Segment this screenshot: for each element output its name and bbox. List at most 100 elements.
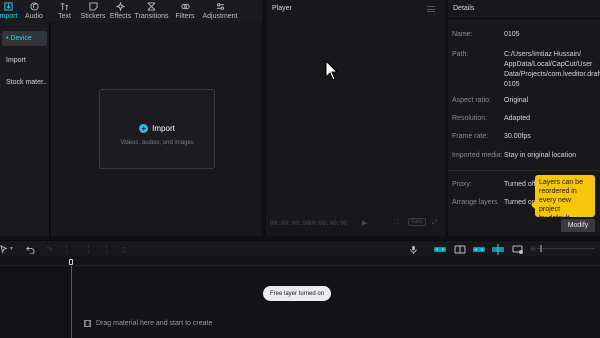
import-hint: Videos, audios, and images <box>120 140 194 146</box>
split-left-icon[interactable]: ╎ <box>86 245 91 254</box>
import-label: Import <box>152 124 175 133</box>
media-toolbar: mport Audio Text Stickers Effects Transi… <box>0 0 262 22</box>
detail-value: Original <box>504 97 529 104</box>
filters-icon <box>180 3 190 10</box>
ratio-button[interactable]: Ratio <box>408 218 426 226</box>
tool-effects[interactable]: Effects <box>108 0 133 22</box>
path-line: Data/Projects/com.lveditor.draft/ <box>504 71 600 78</box>
detail-key: Aspect ratio: <box>452 97 491 104</box>
drag-hint-text: Drag material here and start to create <box>96 320 213 327</box>
detail-key: Imported media: <box>452 152 503 159</box>
split-icon[interactable]: ╎ <box>64 245 69 254</box>
audio-icon <box>29 2 39 11</box>
arrange-layers-tooltip: Layers can be reordered in every new pro… <box>531 175 595 222</box>
detail-key: Arrange layers <box>452 199 498 206</box>
modify-button[interactable]: Modify <box>561 219 595 232</box>
tooltip-line: reordered in <box>539 188 577 195</box>
free-layer-icon[interactable] <box>512 244 524 255</box>
redo-icon[interactable]: ↷ <box>46 245 53 254</box>
media-panel: + Import Videos, audios, and images <box>51 22 262 236</box>
mouse-cursor-icon <box>325 60 339 81</box>
tool-label: Audio <box>25 13 43 20</box>
text-icon <box>60 3 69 11</box>
tooltip-line: every new project <box>539 197 571 213</box>
auto-snapping-icon[interactable] <box>454 244 466 255</box>
detail-value: Adapted <box>504 115 531 122</box>
player-title: Player <box>272 5 292 12</box>
tool-label: Effects <box>109 13 132 20</box>
tool-label: Filters <box>175 13 195 20</box>
tool-label: Text <box>58 13 71 20</box>
media-sidebar: • Device Import Stock mater... <box>0 22 50 236</box>
import-button[interactable]: + Import <box>100 124 214 133</box>
adjustment-icon <box>216 3 224 10</box>
detail-value: C:/Users/Imtiaz Hussain/ AppData/Local/C… <box>504 50 600 90</box>
tool-transitions[interactable]: Transitions <box>133 0 170 22</box>
expand-icon[interactable]: ⤢ <box>432 219 438 227</box>
timeline-toolbar: ▾ ↷ ╎ ╎ ╎ ▯ ⊖ <box>0 240 600 257</box>
path-line: AppData/Local/CapCut/User <box>504 61 593 68</box>
tool-label: mport <box>0 13 18 20</box>
player-panel: Player 00:00:00:00 00:00:00:00 ▶ ⛶ Ratio… <box>265 0 445 236</box>
menu-icon[interactable] <box>427 6 435 12</box>
import-icon <box>4 2 13 11</box>
sidebar-item-device[interactable]: • Device <box>2 31 47 46</box>
preview-axis-icon[interactable] <box>492 244 504 255</box>
detail-key: Frame rate: <box>452 133 489 140</box>
main-track-magnet-icon[interactable] <box>434 244 446 255</box>
tool-import[interactable]: mport <box>0 0 17 22</box>
transitions-icon <box>147 2 156 11</box>
detail-key: Path: <box>452 51 469 58</box>
effects-icon <box>116 2 125 11</box>
tooltip-line: Layers can be <box>539 179 583 186</box>
film-icon <box>84 320 91 327</box>
chevron-down-icon[interactable]: ▾ <box>10 245 13 254</box>
play-icon[interactable]: ▶ <box>362 219 367 227</box>
total-time: 00:00:00:00 <box>308 220 348 227</box>
split-right-icon[interactable]: ╎ <box>104 245 109 254</box>
details-title: Details <box>453 5 475 12</box>
toast-notification: Free layer turned on <box>263 286 331 301</box>
player-controls: 00:00:00:00 00:00:00:00 ▶ ⛶ Ratio ⤢ <box>266 210 445 236</box>
tool-label: Transitions <box>134 13 169 20</box>
tool-text[interactable]: Text <box>51 0 78 22</box>
playhead-line[interactable] <box>71 266 72 338</box>
delete-icon[interactable]: ▯ <box>122 245 126 254</box>
playhead-handle[interactable] <box>69 259 73 265</box>
divider <box>448 18 600 19</box>
import-dropzone[interactable]: + Import Videos, audios, and images <box>99 89 215 169</box>
detail-value: Stay in original location <box>504 152 576 159</box>
tool-filters[interactable]: Filters <box>170 0 200 22</box>
tool-label: Adjustment <box>202 13 238 20</box>
tool-stickers[interactable]: Stickers <box>78 0 108 22</box>
plus-icon: + <box>139 124 149 133</box>
divider <box>448 170 600 171</box>
detail-key: Name: <box>452 31 473 38</box>
track-header-column <box>0 266 70 338</box>
zoom-out-icon[interactable]: ⊖ <box>530 245 536 254</box>
linkage-icon[interactable] <box>473 244 485 255</box>
select-cursor-icon[interactable] <box>0 245 9 254</box>
fullscreen-preview-icon[interactable]: ⛶ <box>394 219 399 227</box>
tool-adjustment[interactable]: Adjustment <box>200 0 240 22</box>
tool-audio[interactable]: Audio <box>17 0 51 22</box>
detail-key: Proxy: <box>452 181 472 188</box>
path-line: C:/Users/Imtiaz Hussain/ <box>504 51 582 58</box>
detail-value: Turned off <box>504 181 536 188</box>
stickers-icon <box>88 2 98 11</box>
timeline-ruler[interactable] <box>0 258 600 266</box>
current-time: 00:00:00:00 <box>270 220 310 227</box>
tool-label: Stickers <box>80 13 106 20</box>
microphone-icon[interactable] <box>409 245 418 254</box>
detail-value: 0105 <box>504 31 520 38</box>
path-line: 0105 <box>504 81 520 88</box>
zoom-slider-handle[interactable] <box>540 245 542 252</box>
zoom-slider-track[interactable] <box>537 248 595 249</box>
detail-value: 30.00fps <box>504 133 531 140</box>
sidebar-item-import[interactable]: Import <box>2 53 47 68</box>
capcut-editor-window: mport Audio Text Stickers Effects Transi… <box>0 0 600 338</box>
detail-key: Resolution: <box>452 115 488 122</box>
undo-icon[interactable] <box>26 245 35 254</box>
sidebar-item-stock-material[interactable]: Stock mater... <box>2 75 47 90</box>
empty-track-hint: Drag material here and start to create <box>84 320 212 327</box>
